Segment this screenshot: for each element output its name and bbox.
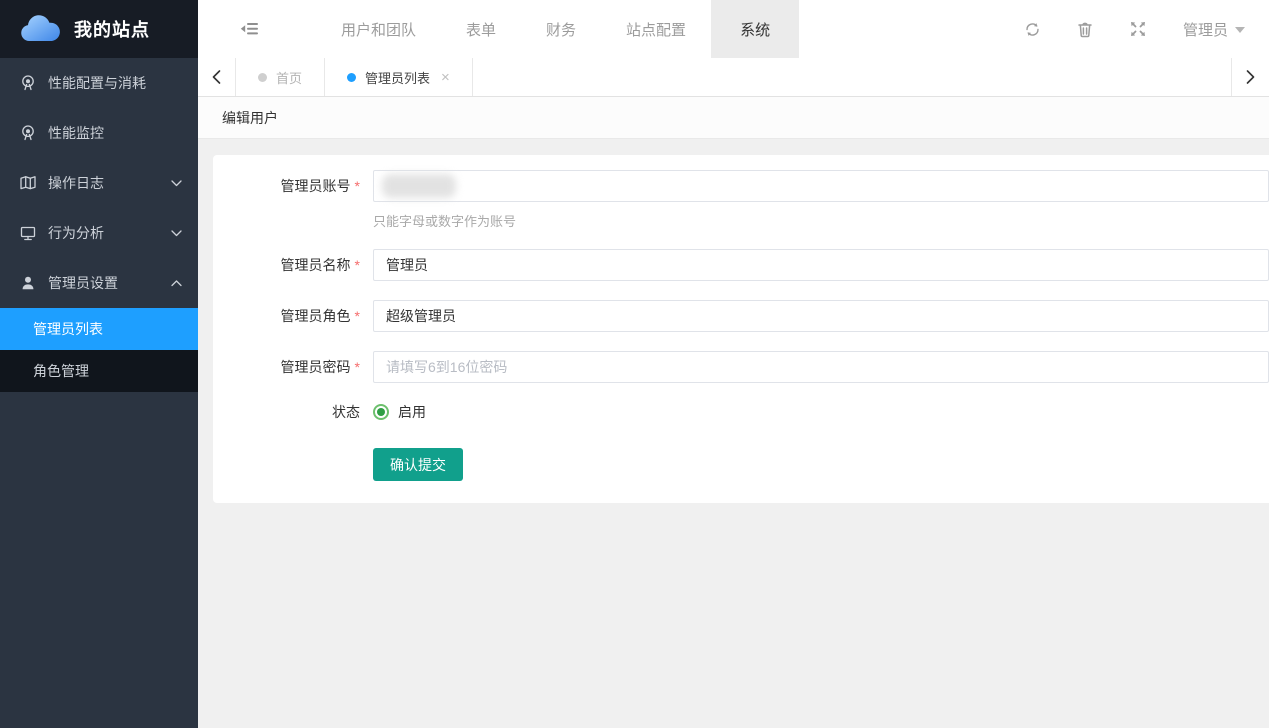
sidebar-item-behavior-analysis[interactable]: 行为分析	[0, 208, 198, 258]
app-window: 我的站点 性能配置与消耗	[0, 0, 1269, 728]
user-name: 管理员	[1183, 19, 1228, 40]
field-label: 管理员账号*	[213, 170, 373, 202]
tab-admin-list[interactable]: 管理员列表 ×	[325, 58, 473, 96]
form-row-name: 管理员名称*	[213, 249, 1269, 281]
nav-item-label: 财务	[546, 19, 576, 40]
nav-item-label: 用户和团队	[341, 19, 416, 40]
field-label: 状态	[213, 403, 373, 421]
form-row-role: 管理员角色*	[213, 300, 1269, 332]
redacted-value-blur	[382, 174, 456, 198]
sidebar-subitem-admin-list[interactable]: 管理员列表	[0, 308, 198, 350]
book-icon	[19, 174, 37, 192]
sidebar-item-label: 性能监控	[48, 123, 182, 143]
nav-item-label: 表单	[466, 19, 496, 40]
radio-button-icon	[373, 404, 389, 420]
nav-item-label: 系统	[740, 19, 770, 40]
submenu-item-label: 角色管理	[33, 361, 89, 381]
field-label: 管理员名称*	[213, 249, 373, 281]
nav-item-label: 站点配置	[626, 19, 686, 40]
content-area: 管理员账号* 只能字母或数字作为账号 管理员名称*	[198, 139, 1269, 728]
tabs-scroll-right-icon[interactable]	[1231, 58, 1269, 96]
main-area: 用户和团队 表单 财务 站点配置 系统	[198, 0, 1269, 728]
required-mark: *	[355, 178, 360, 194]
beacon-icon	[19, 74, 37, 92]
tab-label: 管理员列表	[365, 68, 430, 87]
sidebar-collapse-icon[interactable]	[240, 19, 260, 39]
field-label: 管理员密码*	[213, 351, 373, 383]
form-row-status: 状态 启用	[213, 402, 1269, 422]
close-icon[interactable]: ×	[441, 70, 450, 85]
navbar-actions: 管理员	[1024, 19, 1269, 40]
sidebar-item-label: 管理员设置	[48, 273, 170, 293]
expand-icon[interactable]	[1130, 21, 1147, 38]
chevron-down-icon	[170, 177, 182, 189]
tabs-scroll-left-icon[interactable]	[198, 58, 236, 96]
form-row-account: 管理员账号* 只能字母或数字作为账号	[213, 170, 1269, 230]
beacon-icon	[19, 124, 37, 142]
edit-user-form-card: 管理员账号* 只能字母或数字作为账号 管理员名称*	[213, 155, 1269, 503]
sidebar-item-label: 操作日志	[48, 173, 170, 193]
nav-item-system[interactable]: 系统	[711, 0, 799, 58]
cloud-logo-icon	[18, 13, 62, 45]
chevron-up-icon	[170, 277, 182, 289]
top-nav-items: 用户和团队 表单 财务 站点配置 系统	[316, 0, 799, 58]
sidebar-item-performance-config[interactable]: 性能配置与消耗	[0, 58, 198, 108]
monitor-icon	[19, 224, 37, 242]
radio-label: 启用	[398, 402, 426, 422]
top-navbar: 用户和团队 表单 财务 站点配置 系统	[198, 0, 1269, 58]
chevron-down-icon	[170, 227, 182, 239]
page-title: 编辑用户	[222, 108, 278, 128]
nav-item-site-config[interactable]: 站点配置	[601, 0, 711, 58]
name-input[interactable]	[373, 249, 1269, 281]
page-header: 编辑用户	[198, 97, 1269, 139]
password-input[interactable]	[373, 351, 1269, 383]
field-label: 管理员角色*	[213, 300, 373, 332]
required-mark: *	[355, 257, 360, 273]
user-dropdown[interactable]: 管理员	[1183, 19, 1245, 40]
status-radio-enabled[interactable]: 启用	[373, 402, 1269, 422]
sidebar-item-performance-monitor[interactable]: 性能监控	[0, 108, 198, 158]
account-input[interactable]	[373, 170, 1269, 202]
refresh-icon[interactable]	[1024, 21, 1041, 38]
tab-dot	[347, 73, 356, 82]
submenu-item-label: 管理员列表	[33, 319, 103, 339]
tab-label: 首页	[276, 68, 302, 87]
sidebar-subitem-role-management[interactable]: 角色管理	[0, 350, 198, 392]
user-icon	[19, 274, 37, 292]
caret-down-icon	[1235, 27, 1245, 33]
tab-home[interactable]: 首页	[236, 58, 325, 96]
nav-item-finance[interactable]: 财务	[521, 0, 601, 58]
role-input[interactable]	[373, 300, 1269, 332]
sidebar-item-admin-settings[interactable]: 管理员设置	[0, 258, 198, 308]
sidebar-submenu: 管理员列表 角色管理	[0, 308, 198, 392]
sidebar-item-label: 行为分析	[48, 223, 170, 243]
sidebar: 我的站点 性能配置与消耗	[0, 0, 198, 728]
sidebar-item-operation-log[interactable]: 操作日志	[0, 158, 198, 208]
form-row-password: 管理员密码*	[213, 351, 1269, 383]
tabbar: 首页 管理员列表 ×	[198, 58, 1269, 97]
sidebar-item-label: 性能配置与消耗	[48, 73, 182, 93]
logo[interactable]: 我的站点	[0, 0, 198, 58]
submit-button[interactable]: 确认提交	[373, 448, 463, 481]
site-title: 我的站点	[74, 16, 150, 42]
tab-dot	[258, 73, 267, 82]
form-row-submit: 确认提交	[213, 448, 1269, 481]
trash-icon[interactable]	[1077, 21, 1094, 38]
sidebar-menu: 性能配置与消耗 性能监控	[0, 58, 198, 392]
nav-item-forms[interactable]: 表单	[441, 0, 521, 58]
nav-item-users-teams[interactable]: 用户和团队	[316, 0, 441, 58]
account-helper-text: 只能字母或数字作为账号	[373, 211, 1269, 230]
required-mark: *	[355, 359, 360, 375]
required-mark: *	[355, 308, 360, 324]
